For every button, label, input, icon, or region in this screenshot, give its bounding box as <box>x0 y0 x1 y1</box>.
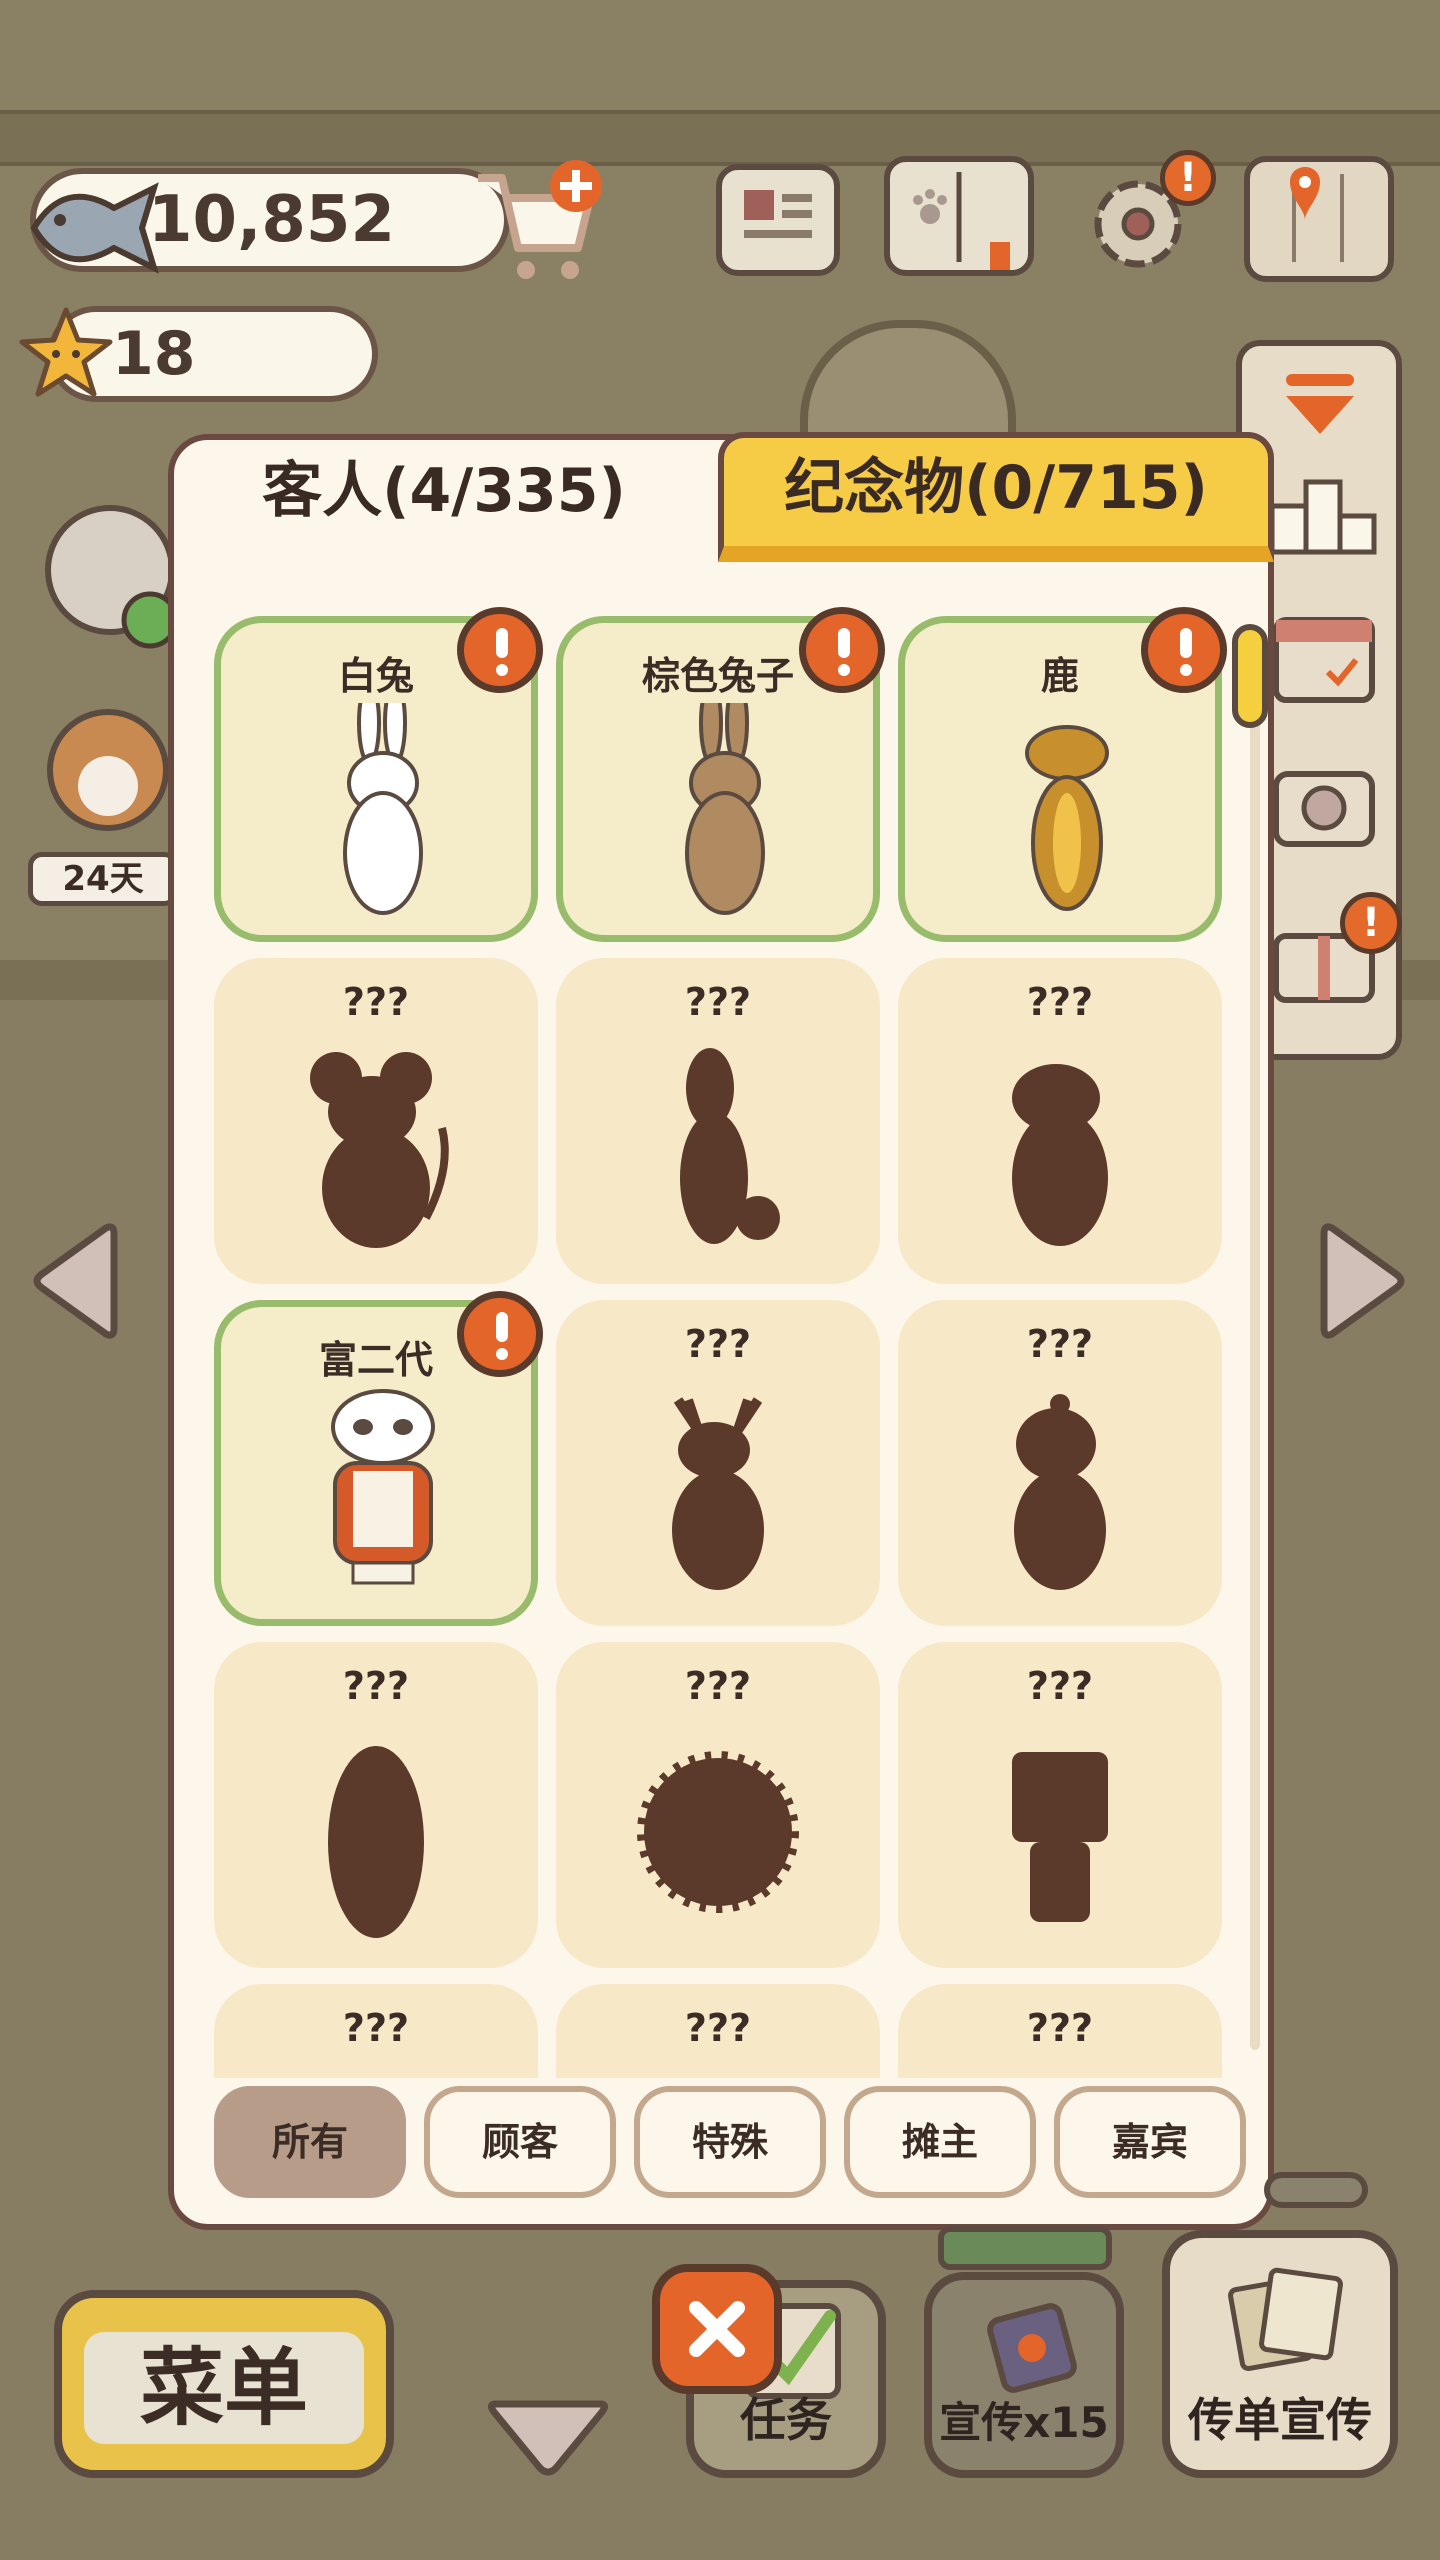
expand-down-arrow[interactable] <box>486 2390 610 2484</box>
camera-icon[interactable] <box>1272 756 1376 856</box>
podium-ranking-icon[interactable] <box>1268 466 1378 560</box>
guest-card-locked[interactable]: ??? <box>556 1984 880 2078</box>
filter-vendors[interactable]: 摊主 <box>844 2086 1036 2198</box>
star-icon <box>16 304 116 408</box>
panda-icon <box>331 1389 435 1585</box>
ceiling-beam <box>0 110 1440 166</box>
moose-silhouette-icon <box>672 1397 764 1590</box>
paw-book-icon <box>913 172 1010 272</box>
chevron-left-icon <box>33 1223 118 1339</box>
guest-book-button[interactable] <box>884 156 1034 276</box>
new-alert-icon <box>799 607 885 693</box>
guest-card-locked[interactable]: ??? <box>898 1984 1222 2078</box>
new-alert-icon <box>1141 607 1227 693</box>
sidebar-alert-icon: ! <box>1340 892 1402 954</box>
chef-cat-avatar[interactable] <box>40 470 179 650</box>
new-alert-icon <box>457 1291 543 1377</box>
guest-card-locked[interactable]: ??? <box>556 1300 880 1626</box>
settings-alert-icon: ! <box>1160 150 1216 206</box>
guest-card[interactable]: 鹿 <box>898 607 1227 942</box>
mouse-silhouette-icon <box>310 1052 449 1248</box>
shiba-cat-avatar[interactable] <box>28 690 178 850</box>
bear-silhouette-icon <box>1012 1064 1108 1246</box>
promotion-button[interactable]: 宣传x15 <box>924 2272 1124 2478</box>
fish-count: 10,852 <box>148 183 395 257</box>
calendar-icon[interactable] <box>1272 606 1376 710</box>
scrollbar-thumb[interactable] <box>1232 624 1268 728</box>
filter-all[interactable]: 所有 <box>214 2086 406 2198</box>
chevron-right-icon <box>1320 1223 1405 1339</box>
fish-icon <box>24 168 164 282</box>
white-rabbit-icon <box>343 703 423 915</box>
scrollbar-track[interactable] <box>1250 640 1260 2050</box>
otter-silhouette-icon <box>1014 1394 1106 1590</box>
brown-rabbit-icon <box>685 703 765 915</box>
promotion-label: 宣传x15 <box>939 2398 1109 2447</box>
tab-guests[interactable]: 客人(4/335) <box>174 436 714 566</box>
guest-card[interactable]: 棕色兔子 <box>556 607 885 942</box>
deer-icon <box>1025 725 1109 911</box>
flyer-papers-icon <box>1228 2267 1343 2372</box>
next-arrow-button[interactable] <box>1320 1216 1410 1350</box>
map-button[interactable] <box>1244 156 1394 282</box>
tv-head-silhouette-icon <box>1012 1752 1108 1922</box>
flyer-button[interactable]: 传单宣传 <box>1162 2230 1398 2478</box>
menu-label: 菜单 <box>84 2332 364 2444</box>
guest-card[interactable]: 白兔 <box>214 607 543 942</box>
filter-guests[interactable]: 嘉宾 <box>1054 2086 1246 2198</box>
tv-promo-icon <box>987 2303 1077 2393</box>
guest-card-locked[interactable]: ??? <box>898 1642 1222 1968</box>
guest-grid: 白兔 棕色兔子 鹿 ??? ??? ??? 富二代 ??? ??? ??? ??… <box>174 600 1254 2078</box>
menu-button[interactable]: 菜单 <box>54 2290 394 2478</box>
star-count: 18 <box>112 319 196 389</box>
settings-button[interactable]: ! <box>1078 150 1216 280</box>
days-badge: 24天 <box>28 852 178 906</box>
guest-card-locked[interactable]: ??? <box>214 958 538 1284</box>
cart-plus-icon <box>478 160 602 279</box>
guest-card-locked[interactable]: ??? <box>556 1642 880 1968</box>
new-alert-icon <box>457 607 543 693</box>
chevron-down-icon <box>487 2400 609 2476</box>
close-icon <box>689 2301 745 2357</box>
promotion-timer-bar <box>938 2226 1112 2270</box>
close-button[interactable] <box>652 2264 782 2394</box>
filter-customers[interactable]: 顾客 <box>424 2086 616 2198</box>
previous-arrow-button[interactable] <box>28 1216 118 1350</box>
add-fish-cart-button[interactable] <box>468 158 608 292</box>
newspaper-icon <box>744 190 812 238</box>
flyer-progress-bar <box>1264 2172 1368 2208</box>
guest-card[interactable]: 富二代 <box>214 1291 543 1626</box>
guest-card-locked[interactable]: ??? <box>898 958 1222 1284</box>
collapse-arrow-icon[interactable] <box>1280 370 1360 444</box>
squirrel-silhouette-icon <box>680 1048 780 1244</box>
guest-card-locked[interactable]: ??? <box>214 1984 538 2078</box>
guest-card-locked[interactable]: ??? <box>556 958 880 1284</box>
flyer-label: 传单宣传 <box>1188 2393 1372 2447</box>
map-pin-icon <box>1290 167 1344 262</box>
guest-card-locked[interactable]: ??? <box>214 1642 538 1968</box>
guest-card-locked[interactable]: ??? <box>898 1300 1222 1626</box>
newspaper-button[interactable] <box>716 164 840 276</box>
seal-silhouette-icon <box>328 1746 424 1938</box>
tab-souvenirs[interactable]: 纪念物(0/715) <box>718 432 1274 562</box>
hedgehog-silhouette-icon <box>637 1751 799 1913</box>
filter-special[interactable]: 特殊 <box>634 2086 826 2198</box>
